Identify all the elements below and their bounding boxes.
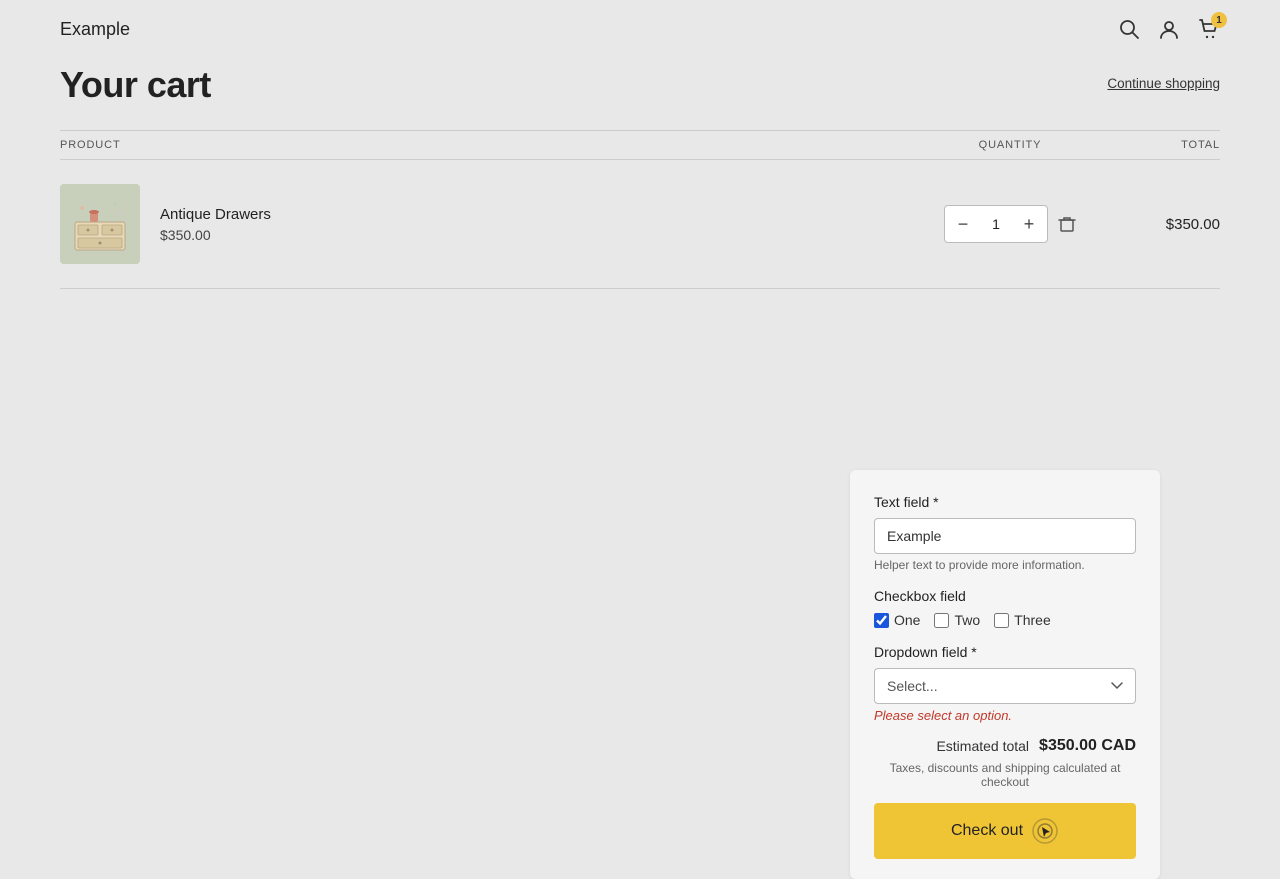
cart-badge: 1	[1211, 12, 1227, 28]
cart-item-total: $350.00	[1100, 216, 1220, 233]
qty-box: − 1 +	[944, 205, 1048, 243]
col-header-product: PRODUCT	[60, 139, 920, 151]
header: Example 1	[60, 0, 1220, 50]
order-summary: Text field * Helper text to provide more…	[850, 470, 1160, 879]
cart-table-header: PRODUCT QUANTITY TOTAL	[60, 130, 1220, 160]
checkbox-three[interactable]: Three	[994, 612, 1051, 628]
cart-item-product: Antique Drawers $350.00	[60, 184, 920, 264]
checkbox-three-input[interactable]	[994, 613, 1009, 628]
header-icons: 1	[1118, 18, 1220, 40]
product-price: $350.00	[160, 227, 271, 243]
col-header-total: TOTAL	[1100, 139, 1220, 151]
search-icon[interactable]	[1118, 18, 1140, 40]
estimated-value: $350.00 CAD	[1039, 737, 1136, 755]
qty-value: 1	[981, 216, 1011, 232]
cart-item-row: Antique Drawers $350.00 − 1 +	[60, 160, 1220, 289]
user-icon[interactable]	[1158, 18, 1180, 40]
checkout-button[interactable]: Check out	[874, 803, 1136, 859]
delete-item-button[interactable]	[1058, 215, 1076, 233]
checkbox-field-label: Checkbox field	[874, 588, 1136, 604]
qty-increase-button[interactable]: +	[1011, 205, 1047, 243]
text-field-label: Text field *	[874, 494, 1136, 510]
product-image	[60, 184, 140, 264]
dropdown-field-label: Dropdown field *	[874, 644, 1136, 660]
page-title: Your cart	[60, 64, 211, 106]
estimated-label: Estimated total	[936, 738, 1029, 754]
checkbox-two-input[interactable]	[934, 613, 949, 628]
cart-icon[interactable]: 1	[1198, 18, 1220, 40]
col-header-quantity: QUANTITY	[920, 139, 1100, 151]
checkbox-three-label: Three	[1014, 612, 1051, 628]
dropdown-select[interactable]: Select... Option 1 Option 2 Option 3	[874, 668, 1136, 704]
text-field-helper: Helper text to provide more information.	[874, 558, 1136, 572]
product-name: Antique Drawers	[160, 206, 271, 223]
checkbox-two[interactable]: Two	[934, 612, 980, 628]
taxes-text: Taxes, discounts and shipping calculated…	[874, 761, 1136, 789]
estimated-total-row: Estimated total $350.00 CAD	[874, 737, 1136, 755]
page-title-row: Your cart Continue shopping	[60, 64, 1220, 106]
cart-item-qty: − 1 +	[920, 205, 1100, 243]
dropdown-error-text: Please select an option.	[874, 708, 1136, 723]
site-logo: Example	[60, 19, 130, 40]
qty-decrease-button[interactable]: −	[945, 205, 981, 243]
main-content: PRODUCT QUANTITY TOTAL	[60, 130, 1220, 289]
checkout-button-label: Check out	[951, 822, 1023, 840]
cursor-click-icon	[1031, 817, 1059, 845]
checkbox-two-label: Two	[954, 612, 980, 628]
checkbox-one-input[interactable]	[874, 613, 889, 628]
checkbox-one[interactable]: One	[874, 612, 920, 628]
checkbox-group: One Two Three	[874, 612, 1136, 628]
checkbox-one-label: One	[894, 612, 920, 628]
text-field-input[interactable]	[874, 518, 1136, 554]
continue-shopping-link[interactable]: Continue shopping	[1107, 76, 1220, 91]
product-info: Antique Drawers $350.00	[160, 206, 271, 243]
